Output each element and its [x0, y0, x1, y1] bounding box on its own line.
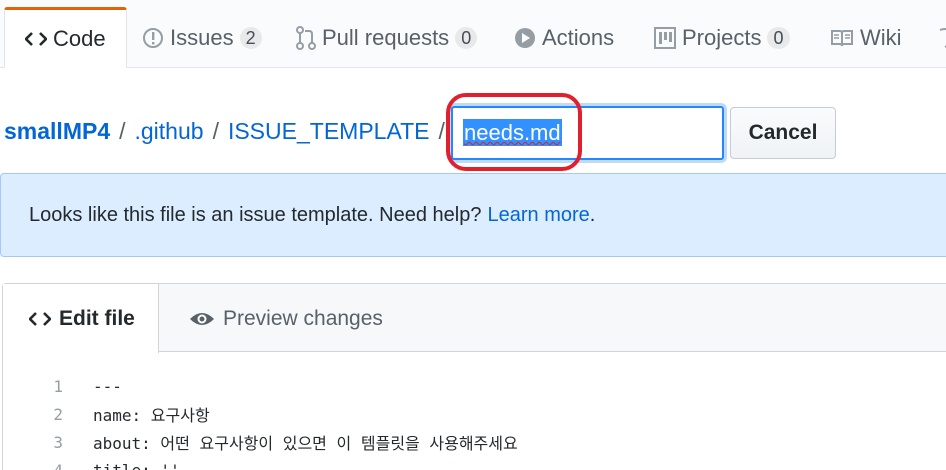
- issue-template-notice: Looks like this file is an issue templat…: [0, 173, 946, 257]
- tab-actions[interactable]: Actions: [514, 8, 614, 68]
- repo-nav: Code Issues 2 Pull requests 0 Actions Pr…: [0, 0, 946, 68]
- cancel-button[interactable]: Cancel: [730, 107, 836, 159]
- notice-message: Looks like this file is an issue templat…: [29, 203, 482, 226]
- learn-more-link[interactable]: Learn more: [487, 204, 589, 227]
- filename-value: needs.md: [463, 119, 562, 146]
- line-content: about: 어떤 요구사항이 있으면 이 템플릿을 사용해주세요: [93, 434, 518, 453]
- tab-projects[interactable]: Projects 0: [654, 8, 790, 68]
- code-line: 4 title: '': [3, 456, 946, 470]
- breadcrumb-github-dir-link[interactable]: .github: [135, 118, 204, 145]
- notice-trailing-period: .: [589, 203, 596, 226]
- line-number: 1: [53, 376, 63, 396]
- tab-edit-file-label: Edit file: [59, 306, 135, 330]
- file-editor: Edit file Preview changes 1 --- 2 name: …: [2, 283, 946, 470]
- tab-wiki-label: Wiki: [860, 25, 902, 50]
- code-editor[interactable]: 1 --- 2 name: 요구사항 3 about: 어떤 요구사항이 있으면…: [3, 372, 946, 470]
- line-content: ---: [93, 376, 122, 396]
- git-pull-request-icon: [296, 26, 316, 50]
- line-content: title: '': [93, 460, 180, 470]
- issue-opened-icon: [142, 27, 164, 49]
- tab-issues-label: Issues: [170, 25, 234, 50]
- eye-icon: [189, 310, 215, 328]
- book-icon: [830, 28, 854, 48]
- projects-counter: 0: [767, 27, 790, 49]
- code-icon: [25, 30, 47, 48]
- breadcrumb-repo-link[interactable]: smallMP4: [4, 118, 110, 145]
- code-icon: [29, 310, 51, 328]
- breadcrumb-separator: /: [212, 118, 219, 144]
- tab-pull-requests[interactable]: Pull requests 0: [296, 8, 478, 68]
- play-icon: [514, 27, 536, 49]
- line-number: 4: [53, 460, 63, 470]
- code-line: 1 ---: [3, 372, 946, 400]
- tab-preview-changes[interactable]: Preview changes: [189, 284, 383, 353]
- code-line: 2 name: 요구사항: [3, 400, 946, 428]
- tab-code[interactable]: Code: [4, 7, 127, 68]
- filename-input[interactable]: needs.md: [451, 106, 724, 160]
- code-line: 3 about: 어떤 요구사항이 있으면 이 템플릿을 사용해주세요: [3, 428, 946, 456]
- tab-issues[interactable]: Issues 2: [142, 8, 262, 68]
- breadcrumb-issue-template-dir-link[interactable]: ISSUE_TEMPLATE: [228, 118, 430, 145]
- tab-preview-changes-label: Preview changes: [223, 306, 383, 330]
- issues-counter: 2: [239, 27, 262, 49]
- tab-code-label: Code: [53, 25, 106, 51]
- tab-projects-label: Projects: [682, 25, 762, 50]
- line-content: name: 요구사항: [93, 406, 210, 425]
- project-icon: [654, 27, 676, 49]
- breadcrumb-separator: /: [438, 118, 445, 144]
- tab-actions-label: Actions: [542, 25, 615, 50]
- line-number: 3: [53, 432, 63, 452]
- breadcrumb-separator: /: [119, 118, 126, 144]
- editor-tabs: Edit file Preview changes: [3, 284, 946, 353]
- tab-overflow[interactable]: [938, 8, 946, 68]
- line-number: 2: [53, 404, 63, 424]
- tab-edit-file[interactable]: Edit file: [3, 284, 159, 353]
- tab-pull-requests-label: Pull requests: [322, 25, 450, 50]
- shield-icon: [938, 27, 946, 49]
- tab-wiki[interactable]: Wiki: [830, 8, 902, 68]
- breadcrumb: smallMP4 / .github / ISSUE_TEMPLATE /: [4, 118, 454, 145]
- pull-requests-counter: 0: [455, 27, 478, 49]
